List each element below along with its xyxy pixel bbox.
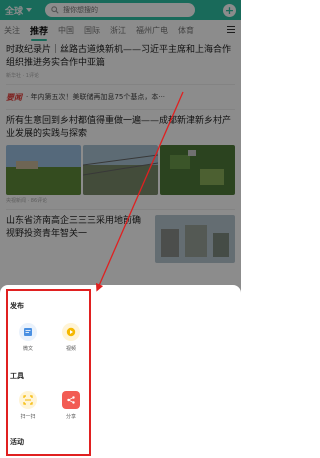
app-screen: 全球 + 关注 推荐 中国 国际 浙江 福州广电 体育 时政纪录片｜丝路古道焕新… <box>0 0 241 458</box>
annotation-highlight-box <box>6 289 91 456</box>
